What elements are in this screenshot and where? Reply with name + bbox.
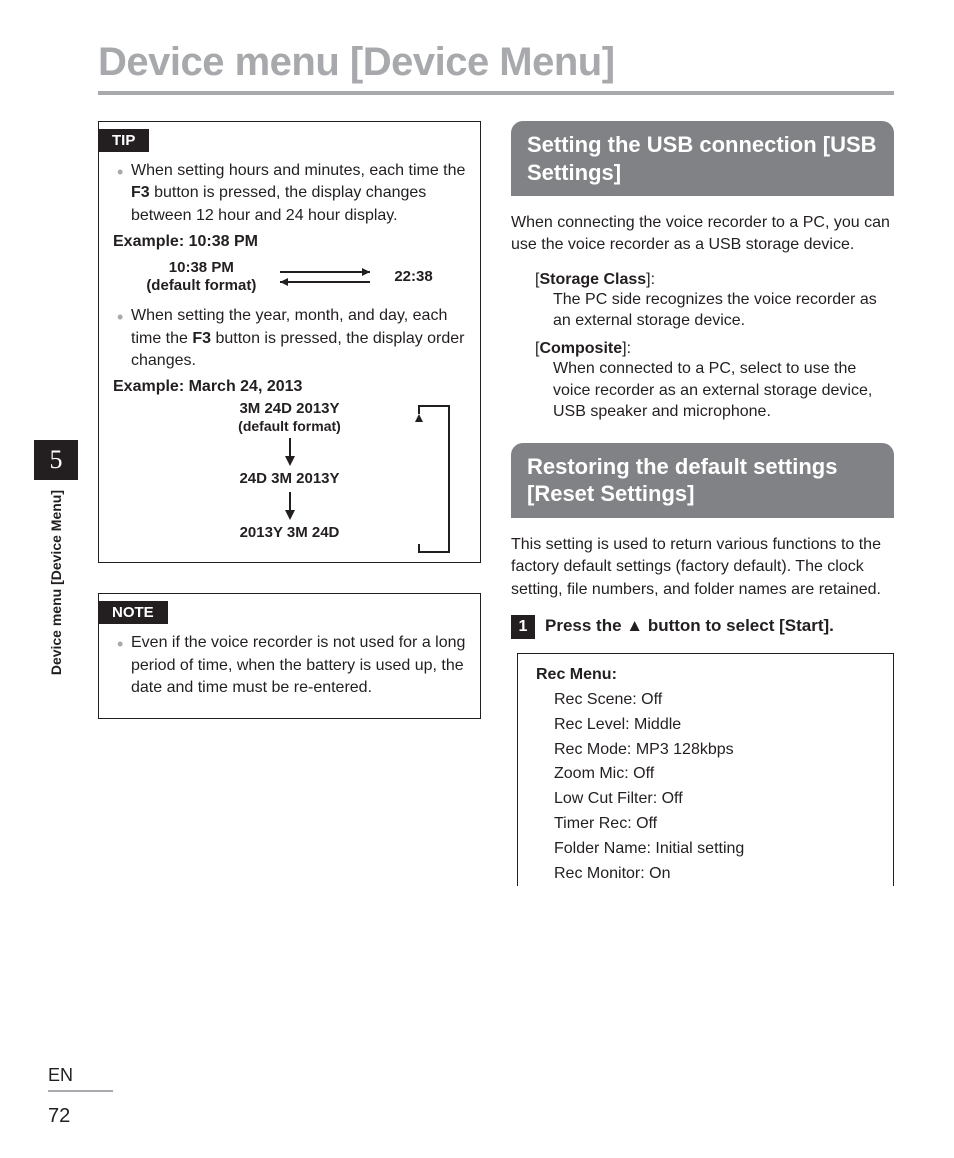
tip-box: TIP When setting hours and minutes, each… <box>98 121 481 563</box>
left-column: TIP When setting hours and minutes, each… <box>98 121 481 886</box>
right-column: Setting the USB connection [USB Settings… <box>511 121 894 886</box>
usb-settings-heading: Setting the USB connection [USB Settings… <box>511 121 894 196</box>
usb-definitions: [Storage Class]: The PC side recognizes … <box>511 271 894 423</box>
rec-item: Rec Monitor: On <box>536 862 875 887</box>
usb-intro: When connecting the voice recorder to a … <box>511 212 894 257</box>
reset-settings-heading: Restoring the default settings [Reset Se… <box>511 443 894 518</box>
rec-item: Timer Rec: Off <box>536 812 875 837</box>
rec-item: Rec Scene: Off <box>536 688 875 713</box>
rec-item: Zoom Mic: Off <box>536 762 875 787</box>
rec-item: Rec Level: Middle <box>536 713 875 738</box>
note-item: Even if the voice recorder is not used f… <box>113 632 466 699</box>
note-box: NOTE Even if the voice recorder is not u… <box>98 593 481 718</box>
rec-menu-box: Rec Menu: Rec Scene: Off Rec Level: Midd… <box>517 653 894 886</box>
date-format-diagram: 3M 24D 2013Y (default format) 24D 3M 201… <box>113 400 466 548</box>
language-code: EN <box>48 1065 113 1092</box>
double-arrow-icon <box>270 266 380 288</box>
up-triangle-icon: ▲ <box>626 616 643 635</box>
page-title: Device menu [Device Menu] <box>98 40 894 95</box>
note-label: NOTE <box>98 601 168 624</box>
reset-intro: This setting is used to return various f… <box>511 534 894 601</box>
example-time-title: Example: 10:38 PM <box>113 233 466 251</box>
tip-label: TIP <box>98 129 149 152</box>
tip-item-2: When setting the year, month, and day, e… <box>113 305 466 372</box>
side-tab: 5 Device menu [Device Menu] <box>34 440 78 685</box>
rec-item: Rec Mode: MP3 128kbps <box>536 738 875 763</box>
page-number: 72 <box>48 1105 70 1128</box>
tip-item-1: When setting hours and minutes, each tim… <box>113 160 466 227</box>
chapter-label: Device menu [Device Menu] <box>48 480 64 685</box>
example-date-title: Example: March 24, 2013 <box>113 378 466 396</box>
rec-menu-title: Rec Menu: <box>536 666 875 684</box>
rec-item: Low Cut Filter: Off <box>536 787 875 812</box>
down-arrow-icon <box>282 492 298 520</box>
step-1: 1 Press the ▲ button to select [Start]. <box>511 615 894 639</box>
time-format-diagram: 10:38 PM (default format) 22:38 <box>113 255 466 305</box>
rec-item: Folder Name: Initial setting <box>536 837 875 862</box>
down-arrow-icon <box>282 438 298 466</box>
chapter-number: 5 <box>34 440 78 480</box>
loop-arrow-icon <box>414 404 454 554</box>
step-number: 1 <box>511 615 535 639</box>
